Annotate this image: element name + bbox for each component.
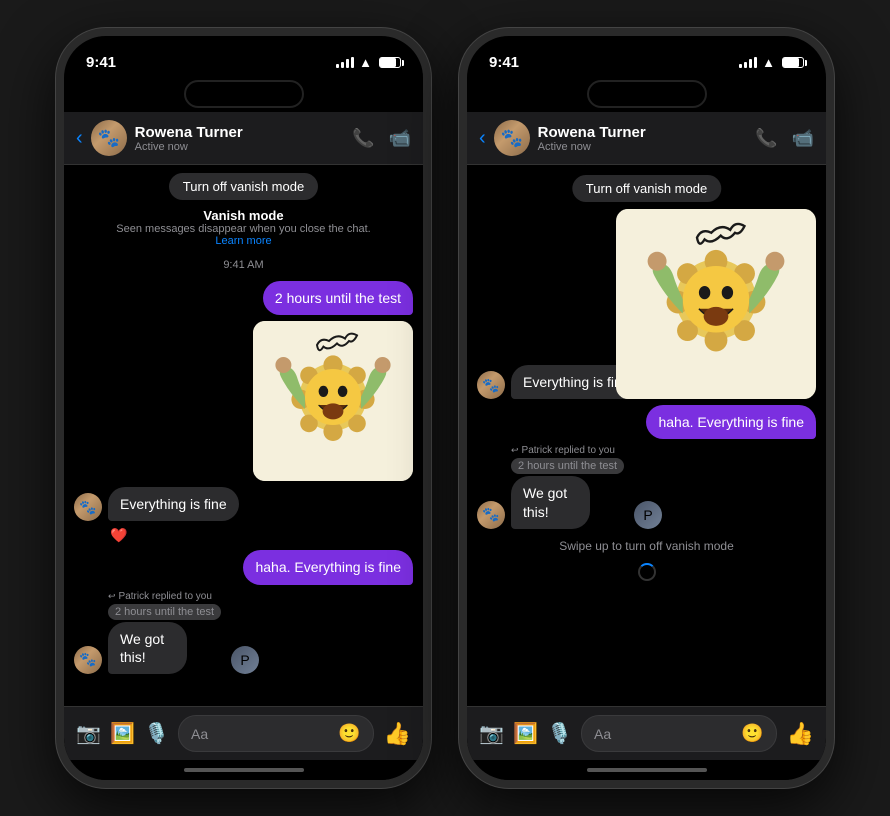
bubble-sent-1: 2 hours until the test [263, 281, 413, 315]
message-input-left[interactable]: Aa 🙂 [178, 715, 374, 752]
wifi-icon-right: ▲ [762, 55, 775, 70]
sticker-row-left [74, 321, 413, 481]
status-bar-left: 9:41 ▲ [64, 36, 423, 80]
video-icon[interactable]: 📹 [389, 128, 411, 149]
battery-icon-right [782, 57, 804, 68]
sticker-big-right [616, 209, 816, 399]
right-phone-chat: Turn off vanish mode 🐾 Everything is fin… [467, 165, 826, 706]
emoji-button-right[interactable]: 🙂 [741, 723, 763, 744]
video-icon-right[interactable]: 📹 [792, 128, 814, 149]
chat-area-left: Turn off vanish mode Vanish mode Seen me… [64, 165, 423, 706]
back-button-right[interactable]: ‹ [479, 127, 486, 150]
header-icons-left: 📞 📹 [352, 128, 411, 149]
mic-button-left[interactable]: 🎙️ [144, 721, 168, 746]
reply-context-right: ↩ Patrick replied to you [511, 445, 624, 456]
phones-container: 9:41 ▲ ‹ 🐾 [56, 28, 834, 788]
vanish-info: Vanish mode Seen messages disappear when… [74, 208, 413, 247]
message-row-reply: 🐾 ↩ Patrick replied to you 2 hours until… [74, 591, 413, 674]
camera-button-left[interactable]: 📷 [76, 721, 100, 746]
message-row-reply-right: 🐾 ↩ Patrick replied to you 2 hours until… [477, 445, 816, 528]
chat-header-left: ‹ 🐾 Rowena Turner Active now 📞 📹 [64, 112, 423, 165]
left-phone: 9:41 ▲ ‹ 🐾 [56, 28, 431, 788]
header-info-right: Rowena Turner Active now [538, 124, 755, 153]
bubble-sent-right: haha. Everything is fine [646, 405, 816, 439]
phone-icon-right[interactable]: 📞 [755, 128, 777, 149]
chat-toolbar-left: 📷 🖼️ 🎙️ Aa 🙂 👍 [64, 706, 423, 760]
camera-button-right[interactable]: 📷 [479, 721, 503, 746]
message-row-sent-right: haha. Everything is fine [477, 405, 816, 439]
header-icons-right: 📞 📹 [755, 128, 814, 149]
swipe-hint-row: Swipe up to turn off vanish mode [477, 539, 816, 553]
bubble-sent-2: haha. Everything is fine [243, 550, 413, 584]
reply-context-left: ↩ Patrick replied to you [108, 591, 221, 602]
photo-button-left[interactable]: 🖼️ [110, 721, 134, 746]
header-info-left: Rowena Turner Active now [135, 124, 352, 153]
vanish-banner-left[interactable]: Turn off vanish mode [169, 173, 318, 200]
reaction-row: ❤️ [74, 527, 413, 544]
time-label-left: 9:41 AM [74, 259, 413, 271]
dynamic-island-left [184, 80, 304, 108]
input-placeholder-left: Aa [191, 726, 338, 742]
signal-icon-right [739, 57, 757, 68]
photo-button-right[interactable]: 🖼️ [513, 721, 537, 746]
thumb-button-left[interactable]: 👍 [384, 721, 411, 747]
wifi-icon: ▲ [359, 55, 372, 70]
battery-icon [379, 57, 401, 68]
sticker-left [253, 321, 413, 481]
right-phone: 9:41 ▲ ‹ 🐾 [459, 28, 834, 788]
back-button-left[interactable]: ‹ [76, 127, 83, 150]
status-icons-left: ▲ [336, 55, 401, 70]
message-row-received-1: 🐾 Everything is fine [74, 487, 413, 521]
avatar-small-patrick: P [231, 646, 259, 674]
avatar-small-right: 🐾 [477, 371, 505, 399]
avatar-small-left: 🐾 [74, 493, 102, 521]
avatar-right: 🐾 [494, 120, 530, 156]
bubble-received-1: Everything is fine [108, 487, 239, 521]
message-row: 2 hours until the test [74, 281, 413, 315]
mic-button-right[interactable]: 🎙️ [547, 721, 571, 746]
avatar-small-reply-left: 🐾 [74, 646, 102, 674]
signal-icon [336, 57, 354, 68]
spinner-row [477, 563, 816, 581]
status-bar-right: 9:41 ▲ [467, 36, 826, 80]
message-input-right[interactable]: Aa 🙂 [581, 715, 777, 752]
chat-toolbar-right: 📷 🖼️ 🎙️ Aa 🙂 👍 [467, 706, 826, 760]
reply-preview-left: 2 hours until the test [108, 604, 221, 620]
avatar-small-reply-right: 🐾 [477, 501, 505, 529]
reaction-emoji: ❤️ [110, 527, 127, 544]
avatar-left: 🐾 [91, 120, 127, 156]
thumb-button-right[interactable]: 👍 [787, 721, 814, 747]
contact-name-right: Rowena Turner [538, 124, 755, 141]
message-row-sent-2: haha. Everything is fine [74, 550, 413, 584]
time-left: 9:41 [86, 54, 116, 71]
contact-status-left: Active now [135, 141, 352, 153]
bubble-reply-left: We got this! [108, 622, 187, 674]
reply-preview-right: 2 hours until the test [511, 458, 624, 474]
vanish-banner-right[interactable]: Turn off vanish mode [572, 175, 721, 202]
contact-name-left: Rowena Turner [135, 124, 352, 141]
dynamic-island-right [587, 80, 707, 108]
time-right: 9:41 [489, 54, 519, 71]
swipe-hint-text: Swipe up to turn off vanish mode [559, 539, 734, 553]
chat-header-right: ‹ 🐾 Rowena Turner Active now 📞 📹 [467, 112, 826, 165]
avatar-small-patrick-right: P [634, 501, 662, 529]
status-icons-right: ▲ [739, 55, 804, 70]
bubble-reply-right: We got this! [511, 476, 590, 528]
contact-status-right: Active now [538, 141, 755, 153]
input-placeholder-right: Aa [594, 726, 741, 742]
phone-icon[interactable]: 📞 [352, 128, 374, 149]
loading-spinner [638, 563, 656, 581]
home-indicator-right [467, 760, 826, 780]
home-indicator-left [64, 760, 423, 780]
emoji-button-left[interactable]: 🙂 [338, 723, 360, 744]
